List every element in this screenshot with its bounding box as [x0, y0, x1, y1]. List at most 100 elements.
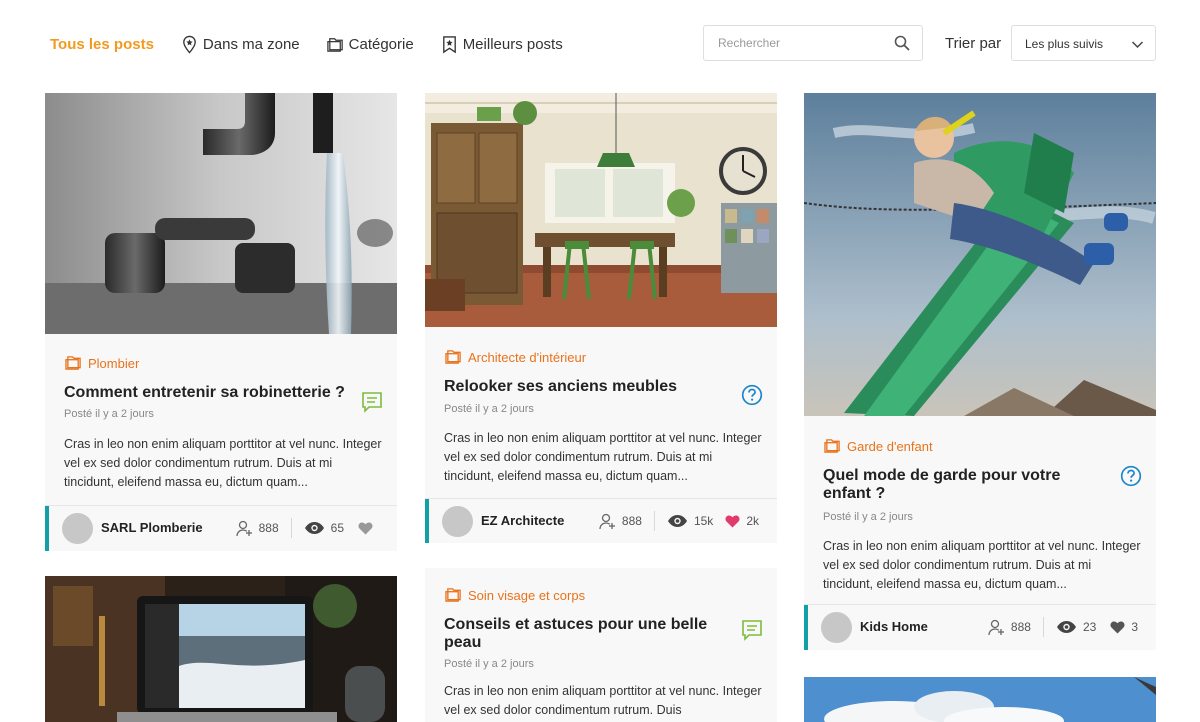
- followers-stat[interactable]: 888: [235, 520, 279, 537]
- stat-divider: [653, 511, 655, 531]
- post-date: Posté il y a 2 jours: [444, 403, 534, 415]
- post-excerpt: Cras in leo non enim aliquam porttitor a…: [64, 437, 382, 489]
- tab-all-posts[interactable]: Tous les posts: [50, 30, 154, 58]
- post-card[interactable]: Garde d'enfant Quel mode de garde pour v…: [804, 93, 1156, 650]
- post-card[interactable]: [45, 576, 397, 722]
- views-stat: 15k: [667, 514, 713, 528]
- heart-icon: [358, 522, 373, 534]
- comment-icon[interactable]: [361, 391, 383, 413]
- follower-icon: [235, 520, 252, 536]
- tab-label: Catégorie: [348, 35, 414, 53]
- post-card[interactable]: Plombier Comment entretenir sa robinette…: [45, 93, 397, 551]
- followers-stat[interactable]: 888: [599, 513, 642, 530]
- like-button[interactable]: [358, 522, 379, 535]
- post-stats: 888 65: [235, 518, 379, 538]
- eye-icon: [304, 522, 324, 534]
- tab-best-posts[interactable]: Meilleurs posts: [440, 30, 563, 58]
- post-image-sky[interactable]: [804, 677, 1156, 722]
- post-category[interactable]: Garde d'enfant: [823, 438, 933, 454]
- author-name[interactable]: Kids Home: [860, 619, 928, 634]
- search-box: [703, 25, 923, 61]
- avatar[interactable]: [442, 506, 473, 537]
- post-date: Posté il y a 2 jours: [64, 408, 154, 420]
- post-title[interactable]: Relooker ses anciens meubles: [444, 378, 726, 396]
- likes-count: 3: [1131, 620, 1138, 634]
- post-footer: Kids Home 888 23 3: [804, 604, 1156, 650]
- sort-selected-value: Les plus suivis: [1025, 37, 1104, 51]
- category-label: Soin visage et corps: [468, 587, 586, 603]
- eye-icon: [667, 515, 687, 527]
- stat-divider: [290, 518, 292, 538]
- author-name[interactable]: SARL Plomberie: [101, 520, 203, 535]
- search-icon[interactable]: [894, 35, 910, 51]
- folder-icon: [65, 356, 81, 370]
- folder-icon: [824, 439, 840, 453]
- author-accent-bar: [804, 605, 808, 650]
- followers-stat[interactable]: 888: [988, 619, 1031, 636]
- author-name[interactable]: EZ Architecte: [481, 513, 564, 528]
- avatar[interactable]: [62, 513, 93, 544]
- search-input[interactable]: [704, 26, 890, 60]
- chevron-down-icon: [1131, 38, 1144, 51]
- comment-icon[interactable]: [741, 619, 763, 641]
- tab-label: Tous les posts: [50, 35, 154, 53]
- post-card[interactable]: Soin visage et corps Conseils et astuces…: [425, 568, 777, 722]
- category-label: Garde d'enfant: [847, 438, 933, 454]
- post-footer: EZ Architecte 888 15k 2k: [425, 498, 777, 543]
- location-pin-icon: [180, 35, 199, 54]
- eye-icon: [1056, 621, 1076, 633]
- post-stats: 888 23 3: [988, 617, 1138, 637]
- post-card[interactable]: Architecte d'intérieur Relooker ses anci…: [425, 93, 777, 543]
- filter-tabs: Tous les posts Dans ma zone Catégorie Me…: [50, 30, 589, 58]
- post-image-swing[interactable]: [804, 93, 1156, 416]
- views-stat: 23: [1056, 620, 1096, 634]
- post-category[interactable]: Architecte d'intérieur: [444, 349, 586, 365]
- followers-count: 888: [1010, 620, 1031, 634]
- post-excerpt: Cras in leo non enim aliquam porttitor a…: [444, 431, 762, 483]
- post-category[interactable]: Soin visage et corps: [444, 587, 585, 603]
- followers-count: 888: [258, 521, 279, 535]
- post-image-kitchen[interactable]: [425, 93, 777, 327]
- follower-icon: [988, 619, 1004, 635]
- star-bookmark-icon: [440, 35, 459, 54]
- avatar[interactable]: [821, 612, 852, 643]
- like-button[interactable]: 2k: [725, 514, 759, 528]
- author-accent-bar: [45, 506, 49, 551]
- sort-select[interactable]: Les plus suivis: [1011, 25, 1156, 61]
- follower-icon: [599, 513, 615, 529]
- views-stat: 65: [304, 521, 344, 535]
- post-excerpt: Cras in leo non enim aliquam porttitor a…: [823, 539, 1141, 591]
- tab-category[interactable]: Catégorie: [326, 30, 414, 58]
- folder-icon: [445, 350, 461, 364]
- post-title[interactable]: Quel mode de garde pour votre enfant ?: [823, 467, 1073, 503]
- tab-label: Dans ma zone: [202, 35, 300, 53]
- folder-icon: [445, 588, 461, 602]
- sort-label: Trier par: [945, 35, 1002, 52]
- tab-label: Meilleurs posts: [462, 35, 563, 53]
- like-button[interactable]: 3: [1110, 620, 1138, 634]
- post-footer: SARL Plomberie 888 65: [45, 505, 397, 551]
- heart-icon: [1110, 621, 1125, 633]
- category-label: Architecte d'intérieur: [468, 349, 587, 365]
- post-title[interactable]: Conseils et astuces pour une belle peau: [444, 616, 714, 652]
- category-label: Plombier: [88, 355, 140, 371]
- tab-in-my-zone[interactable]: Dans ma zone: [180, 30, 300, 58]
- post-card[interactable]: [804, 677, 1156, 722]
- post-title[interactable]: Comment entretenir sa robinetterie ?: [64, 384, 346, 402]
- top-navigation: Tous les posts Dans ma zone Catégorie Me…: [0, 0, 1200, 88]
- question-icon[interactable]: [741, 384, 763, 406]
- post-date: Posté il y a 2 jours: [444, 658, 534, 670]
- likes-count: 2k: [746, 514, 759, 528]
- post-image-laptop[interactable]: [45, 576, 397, 722]
- question-icon[interactable]: [1120, 465, 1142, 487]
- views-count: 15k: [693, 514, 714, 528]
- post-category[interactable]: Plombier: [64, 355, 139, 371]
- post-date: Posté il y a 2 jours: [823, 511, 913, 523]
- stat-divider: [1042, 617, 1044, 637]
- views-count: 65: [330, 521, 344, 535]
- post-stats: 888 15k 2k: [599, 511, 759, 531]
- author-accent-bar: [425, 499, 429, 543]
- post-excerpt: Cras in leo non enim aliquam porttitor a…: [444, 684, 762, 717]
- post-image-faucet[interactable]: [45, 93, 397, 334]
- followers-count: 888: [621, 514, 642, 528]
